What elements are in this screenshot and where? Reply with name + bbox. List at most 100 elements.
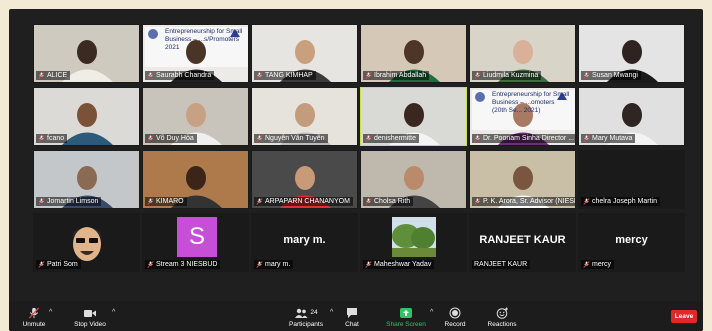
slide-text: Entrepreneurship for Small	[165, 28, 243, 35]
participant-name: Dr. Poonam Sinha Director ...	[483, 135, 575, 142]
participants-count: 24	[310, 309, 318, 316]
participant-name: Stream 3 NIESBUD	[156, 261, 218, 268]
share-screen-button[interactable]: Share Screen	[382, 307, 430, 329]
participant-tile[interactable]: fcano	[33, 87, 140, 146]
participant-display-name: mercy	[615, 234, 648, 246]
leave-button[interactable]: Leave	[671, 310, 697, 323]
participant-name-label: TANG KIMHAP	[254, 71, 316, 80]
muted-mic-icon	[256, 261, 263, 268]
participant-name: Susan Mwangi	[592, 72, 638, 79]
chat-button[interactable]: Chat	[341, 307, 363, 329]
record-label: Record	[444, 321, 466, 328]
share-screen-label: Share Screen	[386, 321, 426, 328]
video-options-chevron-icon[interactable]: ^	[112, 309, 115, 316]
muted-mic-icon	[147, 261, 154, 268]
muted-mic-icon	[38, 261, 45, 268]
participant-tile[interactable]: RANJEET KAUR RANJEET KAUR	[469, 213, 576, 272]
meeting-window: ALICE Entrepreneurship for Small Business …	[9, 9, 703, 331]
participant-tile[interactable]: chelra Joseph Martin	[578, 150, 685, 209]
participant-name-label: RANJEET KAUR	[472, 260, 531, 269]
participant-name-label: Ibrahim Abdallah	[363, 71, 430, 80]
participant-tile[interactable]: Ibrahim Abdallah	[360, 24, 467, 83]
participant-name-label: Stream 3 NIESBUD	[145, 260, 221, 269]
participant-name-label: mary m.	[254, 260, 294, 269]
participant-tile[interactable]: Mary Mutava	[578, 87, 685, 146]
participant-tile[interactable]: KIMARO	[142, 150, 249, 209]
reactions-button[interactable]: Reactions	[485, 307, 519, 329]
participant-name: P. K. Arora, Sr. Advisor (NIESBUD)	[483, 198, 575, 205]
slide-text: (20th Se... 2021)	[492, 107, 541, 114]
participant-name: Võ Duy Hòa	[156, 135, 194, 142]
participant-tile[interactable]: denishermitte	[360, 87, 467, 146]
stop-video-button[interactable]: Stop Video	[67, 307, 113, 329]
audio-options-chevron-icon[interactable]: ^	[49, 309, 52, 316]
participant-tile[interactable]: Liudmila Kuzmina	[469, 24, 576, 83]
participant-name-label: Võ Duy Hòa	[145, 134, 197, 143]
slide-text: 2021	[165, 44, 180, 51]
participant-name: Maheshwar Yadav	[374, 261, 432, 268]
muted-mic-icon	[365, 72, 372, 79]
participant-name-label: Dr. Poonam Sinha Director ...	[472, 134, 575, 143]
gallery-grid: ALICE Entrepreneurship for Small Business …	[33, 24, 685, 272]
participant-name: TANG KIMHAP	[265, 72, 313, 79]
participant-name: mary m.	[265, 261, 291, 268]
participant-tile[interactable]: ALICE	[33, 24, 140, 83]
share-options-chevron-icon[interactable]: ^	[430, 309, 433, 316]
muted-mic-icon	[38, 135, 45, 142]
participant-name-label: KIMARO	[145, 197, 187, 206]
slide-text: Business – ...s/Promoters	[165, 36, 240, 43]
participant-name: RANJEET KAUR	[474, 261, 528, 268]
muted-mic-icon	[474, 72, 481, 79]
meeting-toolbar: Unmute ^ Stop Video ^ 24 Participants ^	[9, 301, 703, 331]
record-button[interactable]: Record	[441, 307, 469, 329]
participant-display-name: RANJEET KAUR	[479, 234, 566, 246]
muted-mic-icon	[147, 72, 154, 79]
unmute-label: Unmute	[22, 321, 46, 328]
participant-display-name: mary m.	[283, 234, 326, 246]
participant-tile[interactable]: Cholsa Rith	[360, 150, 467, 209]
participant-tile[interactable]: Võ Duy Hòa	[142, 87, 249, 146]
participant-tile[interactable]: Maheshwar Yadav	[360, 213, 467, 272]
participants-options-chevron-icon[interactable]: ^	[330, 309, 333, 316]
participant-tile[interactable]: TANG KIMHAP	[251, 24, 358, 83]
participant-name-label: ARPAPARN CHANANYOM	[254, 197, 353, 206]
participant-name-label: Maheshwar Yadav	[363, 260, 435, 269]
muted-mic-icon	[583, 72, 590, 79]
muted-mic-icon	[147, 198, 154, 205]
participant-name: Jomartin Limson	[47, 198, 99, 205]
participants-icon	[295, 308, 308, 318]
participant-name: mercy	[592, 261, 612, 268]
muted-mic-icon	[474, 198, 481, 205]
participant-tile[interactable]: S Stream 3 NIESBUD	[142, 213, 249, 272]
participant-tile[interactable]: P. K. Arora, Sr. Advisor (NIESBUD)	[469, 150, 576, 209]
participant-tile[interactable]: ARPAPARN CHANANYOM	[251, 150, 358, 209]
muted-mic-icon	[365, 135, 372, 142]
participant-tile[interactable]: Susan Mwangi	[578, 24, 685, 83]
record-icon	[449, 307, 461, 319]
participant-name: ALICE	[47, 72, 68, 79]
participants-button[interactable]: 24 Participants	[283, 307, 329, 329]
participant-tile[interactable]: Entrepreneurship for Small Business – ...…	[469, 87, 576, 146]
muted-mic-icon	[365, 261, 372, 268]
chat-label: Chat	[345, 321, 359, 328]
reactions-emoji-icon	[496, 307, 508, 319]
share-screen-icon	[400, 308, 412, 318]
participant-tile[interactable]: Entrepreneurship for Small Business – ...…	[142, 24, 249, 83]
muted-mic-icon	[256, 72, 263, 79]
initial-avatar: S	[177, 217, 217, 257]
participant-name-label: fcano	[36, 134, 68, 143]
muted-mic-icon	[28, 307, 40, 319]
participant-tile[interactable]: mary m. mary m.	[251, 213, 358, 272]
participant-tile[interactable]: Nguyễn Văn Tuyên	[251, 87, 358, 146]
participant-tile[interactable]: mercy mercy	[578, 213, 685, 272]
unmute-button[interactable]: Unmute	[17, 307, 51, 329]
muted-mic-icon	[583, 261, 590, 268]
participant-name: Ibrahim Abdallah	[374, 72, 427, 79]
participant-name-label: Susan Mwangi	[581, 71, 641, 80]
participant-tile[interactable]: Jomartin Limson	[33, 150, 140, 209]
participant-name-label: denishermitte	[363, 134, 420, 143]
participant-name-label: mercy	[581, 260, 615, 269]
participant-name: fcano	[47, 135, 65, 142]
participant-tile[interactable]: Patri Som	[33, 213, 140, 272]
slide-text: Business – ...omoters	[492, 99, 555, 106]
